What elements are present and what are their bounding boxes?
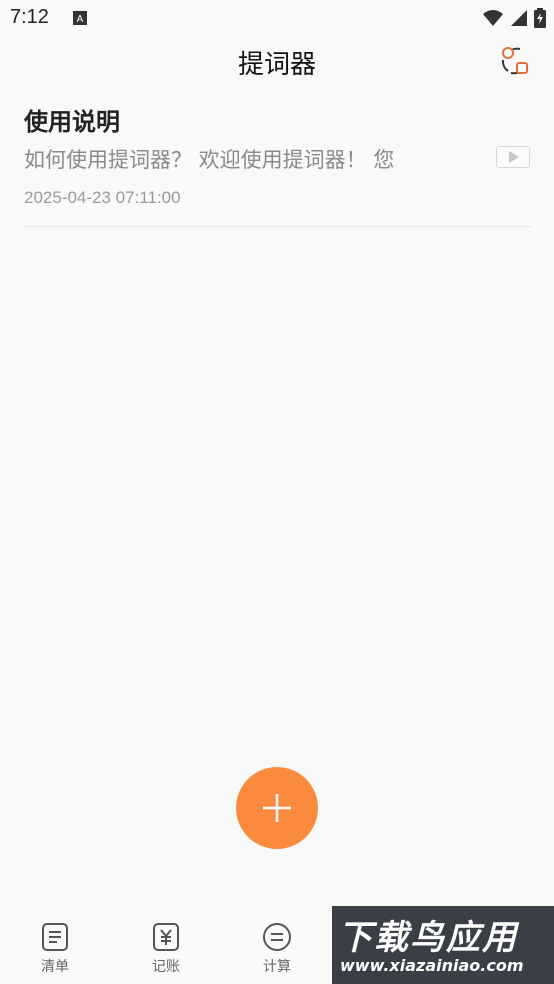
note-date: 2025-04-23 07:11:00 bbox=[24, 188, 181, 207]
battery-icon bbox=[534, 8, 546, 32]
wifi-icon bbox=[482, 9, 504, 31]
note-preview: 如何使用提词器？ 欢迎使用提词器！ 您 bbox=[24, 148, 395, 172]
play-icon bbox=[509, 151, 519, 163]
sync-button[interactable] bbox=[498, 44, 532, 78]
list-item[interactable]: 使用说明 如何使用提词器？ 欢迎使用提词器！ 您 2025-04-23 07:1… bbox=[24, 100, 532, 227]
status-bar: 7:12 A bbox=[0, 0, 554, 38]
tab-list[interactable]: 清单 bbox=[10, 922, 100, 976]
page-title: 提词器 bbox=[237, 50, 316, 80]
tab-label: 计算 bbox=[263, 959, 291, 975]
watermark-brand: 下载鸟应用 bbox=[338, 918, 518, 958]
plus-icon bbox=[263, 794, 291, 822]
list-icon bbox=[42, 923, 68, 951]
yuan-icon bbox=[153, 923, 179, 951]
sync-icon bbox=[501, 47, 528, 75]
status-time: 7:12 bbox=[10, 6, 49, 28]
tab-accounting[interactable]: 记账 bbox=[121, 922, 211, 976]
tab-label: 记账 bbox=[152, 959, 180, 975]
play-button[interactable] bbox=[496, 146, 530, 168]
tab-label: 清单 bbox=[41, 959, 69, 975]
add-note-button[interactable] bbox=[236, 767, 318, 849]
tab-calculate[interactable]: 计算 bbox=[232, 922, 322, 976]
note-title: 使用说明 bbox=[24, 108, 120, 136]
svg-text:A: A bbox=[77, 14, 84, 25]
signal-icon bbox=[510, 9, 528, 31]
watermark-url: www.xiazainiao.com bbox=[340, 956, 524, 975]
keyboard-a-icon: A bbox=[72, 10, 88, 30]
watermark: 下载鸟应用 www.xiazainiao.com bbox=[332, 906, 554, 984]
status-icons bbox=[482, 8, 546, 32]
equals-icon bbox=[263, 923, 291, 951]
app-bar: 提词器 bbox=[0, 38, 554, 90]
